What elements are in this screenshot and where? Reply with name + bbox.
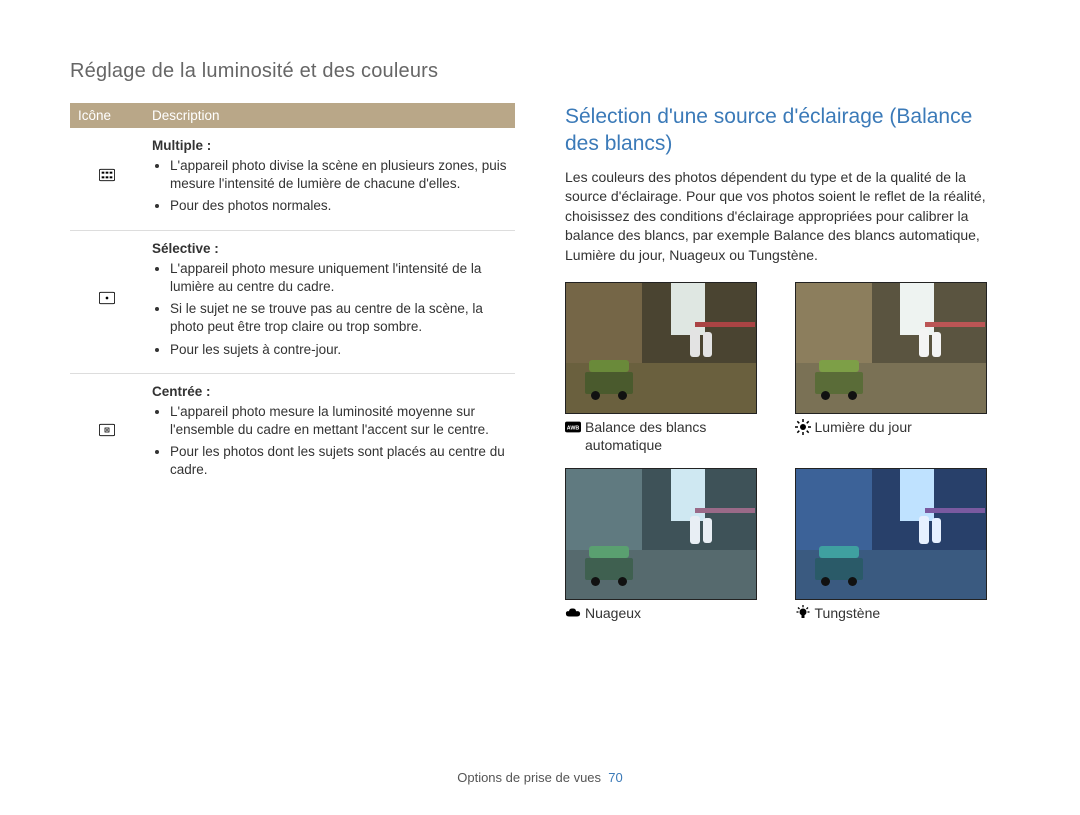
wb-item-daylight: Lumière du jour xyxy=(795,282,1011,454)
wb-label-text: Tungstène xyxy=(815,604,881,622)
sun-icon xyxy=(795,419,811,435)
col-header-desc: Description xyxy=(144,103,515,128)
center-metering-icon xyxy=(99,422,115,438)
left-column: Icône Description Multiple : xyxy=(70,103,515,622)
list-item: L'appareil photo mesure la luminosité mo… xyxy=(170,403,507,439)
cloud-icon xyxy=(565,605,581,621)
row-title: Sélective : xyxy=(152,241,507,256)
col-header-icon: Icône xyxy=(70,103,144,128)
two-column-layout: Icône Description Multiple : xyxy=(70,103,1010,622)
spot-metering-icon xyxy=(99,290,115,306)
multi-metering-icon xyxy=(99,167,115,183)
wb-label-text: Nuageux xyxy=(585,604,641,622)
row-title: Multiple : xyxy=(152,138,507,153)
list-item: L'appareil photo divise la scène en plus… xyxy=(170,157,507,193)
awb-icon: AWB xyxy=(565,419,581,435)
wb-item-tungsten: Tungstène xyxy=(795,468,1011,622)
wb-label-text: Lumière du jour xyxy=(815,418,912,436)
row-title: Centrée : xyxy=(152,384,507,399)
wb-item-cloudy: Nuageux xyxy=(565,468,781,622)
right-column: Sélection d'une source d'éclairage (Bala… xyxy=(565,103,1010,622)
footer-text: Options de prise de vues xyxy=(457,770,601,785)
wb-grid: AWB Balance des blancs automatique Lumiè… xyxy=(565,282,1010,623)
table-row: Sélective : L'appareil photo mesure uniq… xyxy=(70,230,515,373)
wb-item-auto: AWB Balance des blancs automatique xyxy=(565,282,781,454)
list-item: Pour les photos dont les sujets sont pla… xyxy=(170,443,507,479)
wb-label-text: Balance des blancs automatique xyxy=(585,418,781,454)
manual-page: Réglage de la luminosité et des couleurs… xyxy=(0,0,1080,815)
list-item: Pour les sujets à contre-jour. xyxy=(170,341,507,359)
desc-centree: Centrée : L'appareil photo mesure la lum… xyxy=(152,384,507,480)
table-row: Multiple : L'appareil photo divise la sc… xyxy=(70,128,515,230)
list-item: L'appareil photo mesure uniquement l'int… xyxy=(170,260,507,296)
page-footer: Options de prise de vues 70 xyxy=(0,770,1080,785)
bulb-icon xyxy=(795,605,811,621)
table-row: Centrée : L'appareil photo mesure la lum… xyxy=(70,373,515,493)
section-title: Réglage de la luminosité et des couleurs xyxy=(70,60,1010,83)
wb-thumb xyxy=(795,468,987,600)
wb-thumb xyxy=(795,282,987,414)
wb-thumb xyxy=(565,468,757,600)
desc-selective: Sélective : L'appareil photo mesure uniq… xyxy=(152,241,507,359)
page-number: 70 xyxy=(608,770,622,785)
wb-intro: Les couleurs des photos dépendent du typ… xyxy=(565,168,1010,266)
metering-table: Icône Description Multiple : xyxy=(70,103,515,494)
svg-text:AWB: AWB xyxy=(567,425,580,431)
wb-thumb xyxy=(565,282,757,414)
list-item: Si le sujet ne se trouve pas au centre d… xyxy=(170,300,507,336)
desc-multiple: Multiple : L'appareil photo divise la sc… xyxy=(152,138,507,216)
wb-heading: Sélection d'une source d'éclairage (Bala… xyxy=(565,103,1010,158)
list-item: Pour des photos normales. xyxy=(170,197,507,215)
